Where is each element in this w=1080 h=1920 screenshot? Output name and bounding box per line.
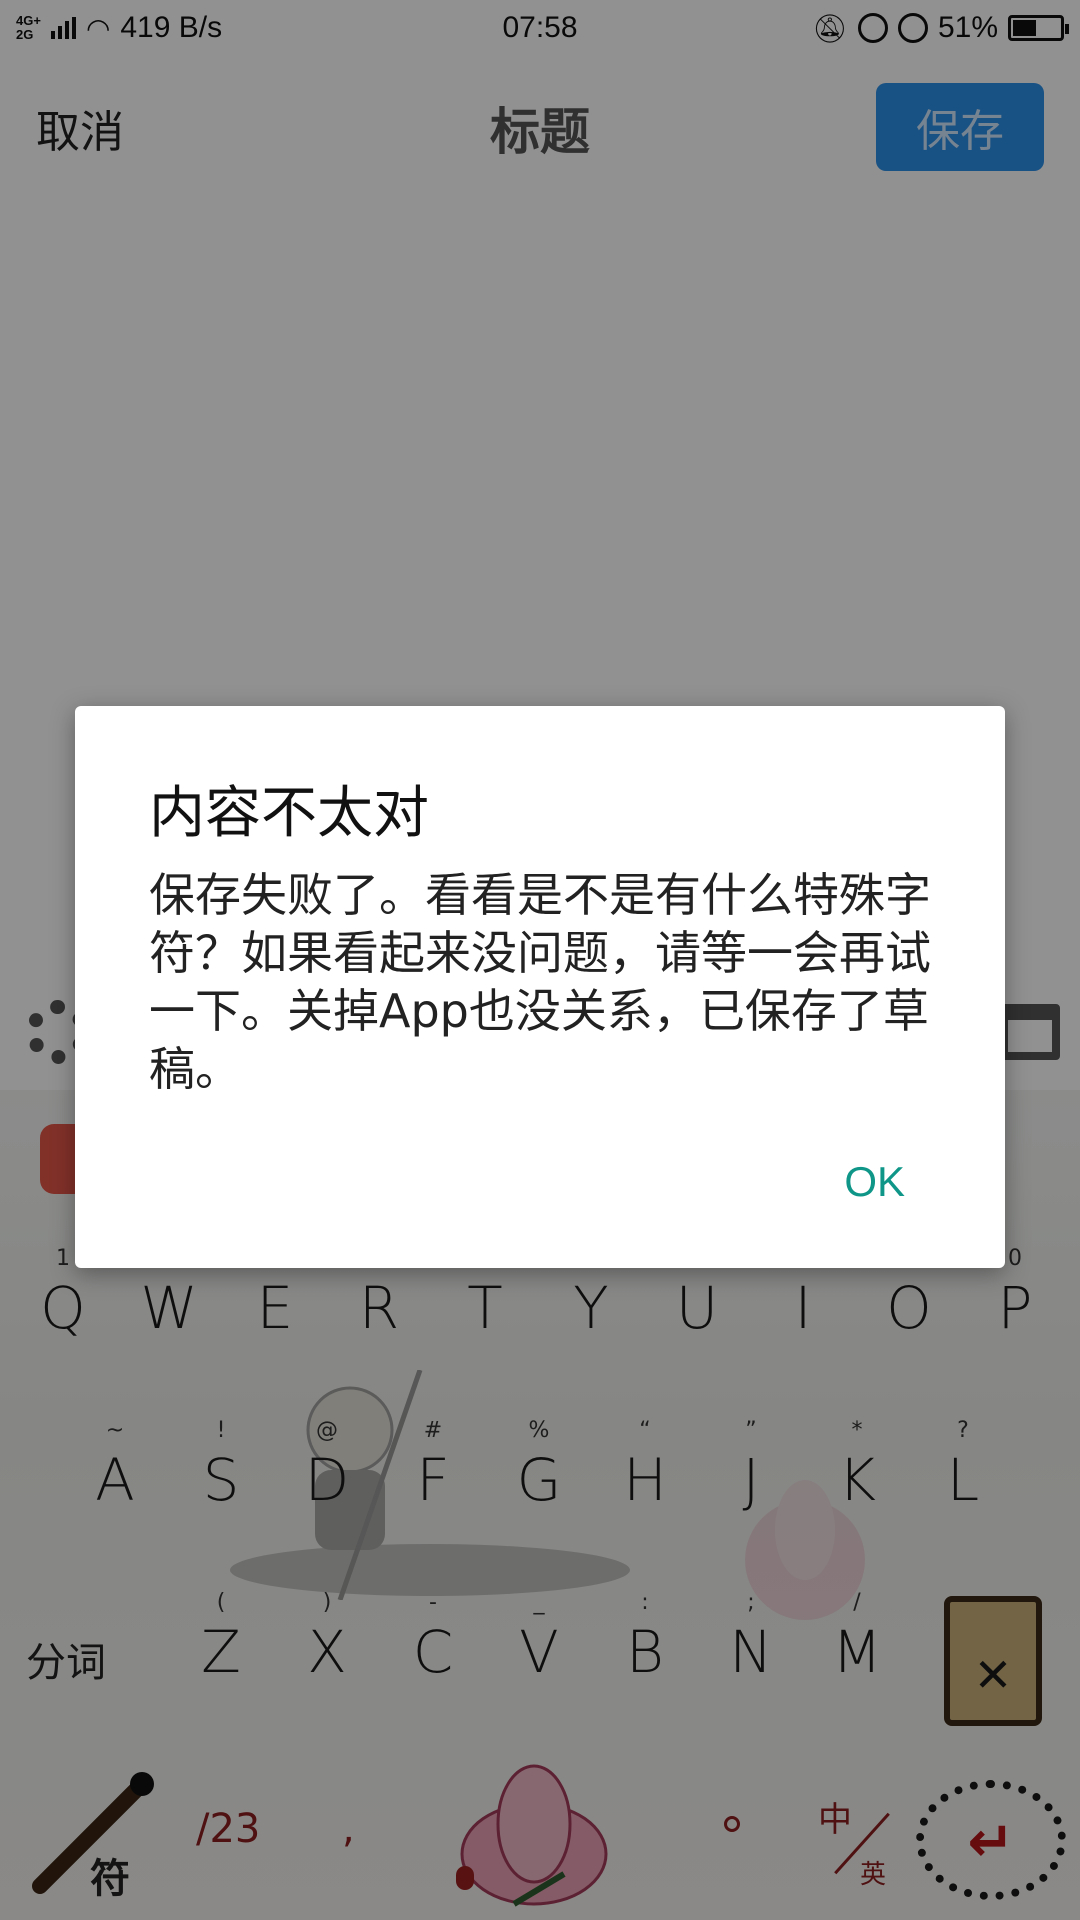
dialog-title: 内容不太对 (149, 781, 429, 846)
ok-button[interactable]: OK (844, 1158, 905, 1206)
dialog-message: 保存失败了。看看是不是有什么特殊字符？如果看起来没问题，请等一会再试一下。关掉A… (149, 868, 931, 1096)
error-dialog: 内容不太对 保存失败了。看看是不是有什么特殊字符？如果看起来没问题，请等一会再试… (75, 706, 1005, 1268)
